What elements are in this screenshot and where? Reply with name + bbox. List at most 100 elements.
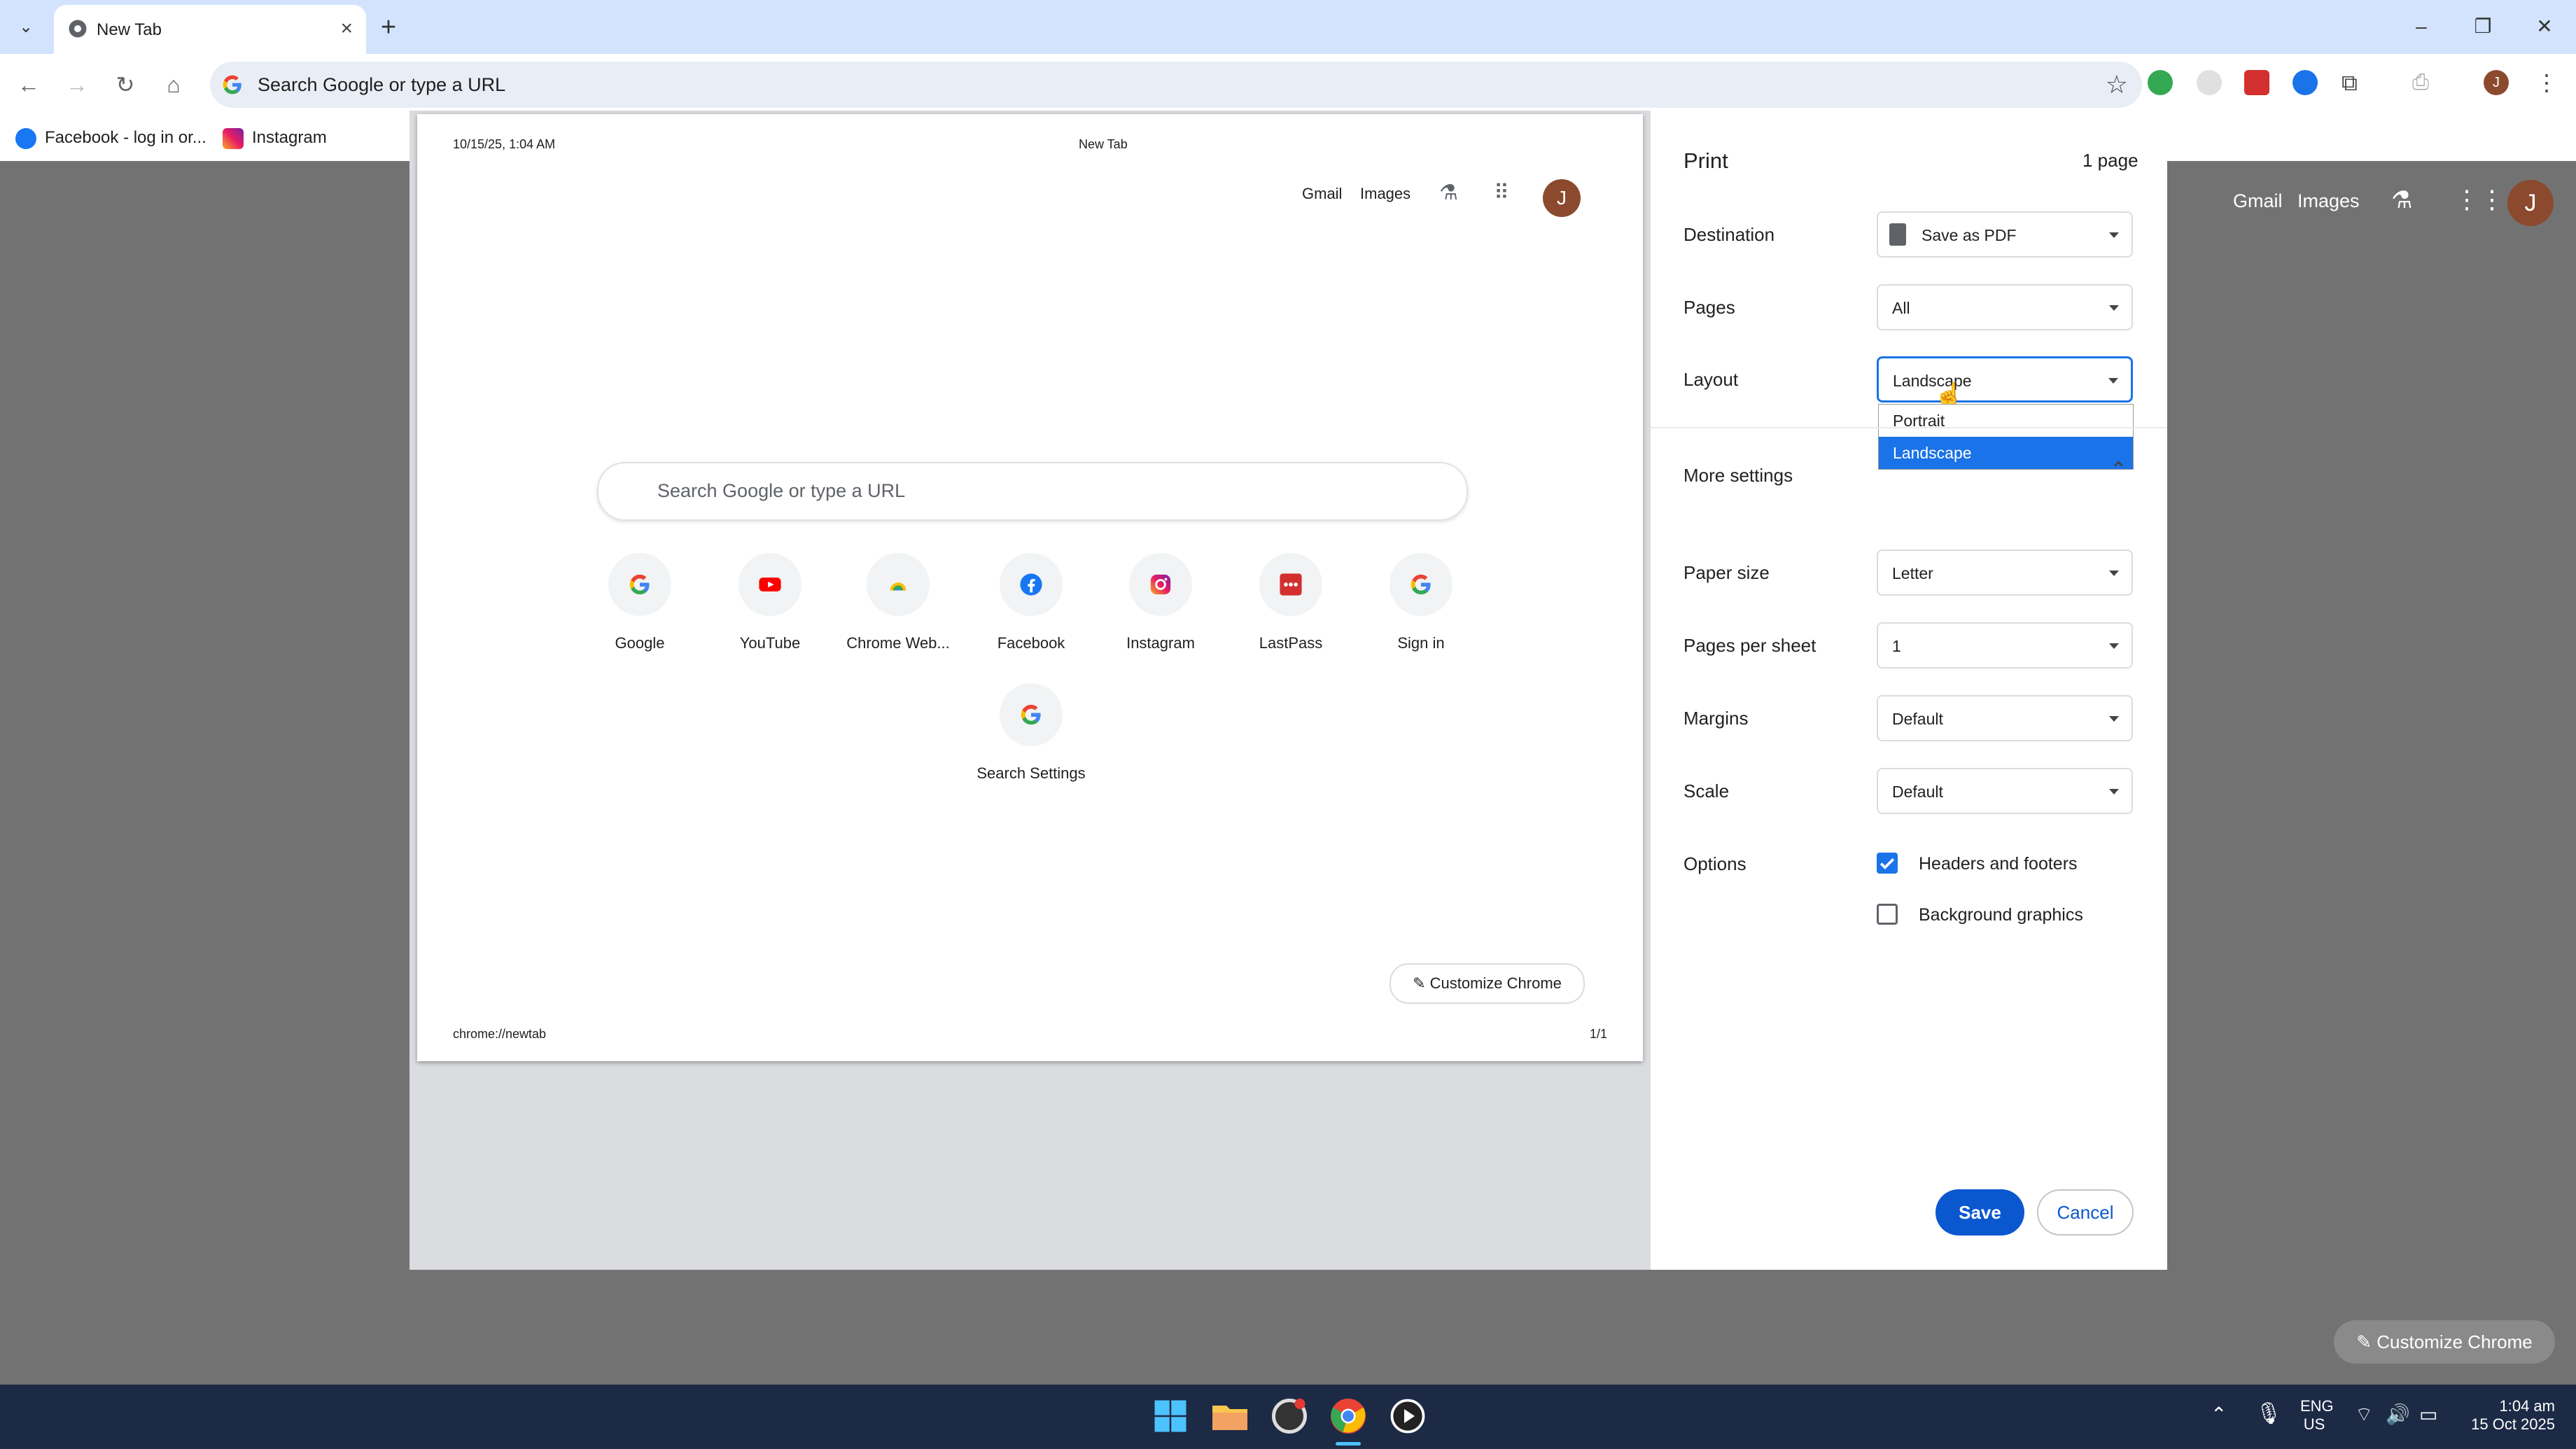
omnibox-text: Search Google or type a URL <box>258 74 506 95</box>
labs-icon: ⚗ <box>1439 181 1458 204</box>
margins-select[interactable]: Default <box>1877 695 2133 741</box>
chevron-down-icon <box>2109 789 2119 794</box>
background-graphics-label[interactable]: Background graphics <box>1919 905 2083 925</box>
close-window-icon[interactable]: ✕ <box>2520 7 2569 46</box>
pages-select[interactable]: All <box>1877 284 2133 330</box>
headers-footers-checkbox[interactable] <box>1877 853 1898 874</box>
divider <box>1651 427 2167 428</box>
restore-icon[interactable]: ❐ <box>2458 7 2507 46</box>
apps-grid-icon: ⠿ <box>1494 181 1509 204</box>
windows-start-icon[interactable] <box>1149 1395 1191 1437</box>
new-tab-button[interactable]: + <box>371 10 406 45</box>
chrome-taskbar-icon[interactable] <box>1327 1395 1369 1437</box>
tab-title: New Tab <box>97 20 162 39</box>
preview-gmail: Gmail <box>1302 185 1343 202</box>
preview-footer-url: chrome://newtab <box>453 1027 547 1041</box>
zoom-extension-icon[interactable] <box>2292 70 2318 95</box>
pencil-icon: ✎ <box>1413 974 1430 992</box>
app-icon-red[interactable] <box>1268 1395 1310 1437</box>
destination-select[interactable]: Save as PDF <box>1877 211 2133 258</box>
preview-avatar: J <box>1543 179 1581 217</box>
clock-time: 1:04 am <box>2499 1397 2556 1415</box>
chevron-up-icon[interactable]: ⌃ <box>2110 458 2127 482</box>
paper-size-value: Letter <box>1892 564 1933 582</box>
headers-footers-label[interactable]: Headers and footers <box>1919 854 2078 874</box>
preview-images: Images <box>1360 185 1411 202</box>
background-graphics-checkbox[interactable] <box>1877 904 1898 925</box>
pages-per-sheet-select[interactable]: 1 <box>1877 622 2133 668</box>
bookmark-facebook[interactable]: Facebook - log in or... <box>15 123 206 153</box>
pages-label: Pages <box>1684 297 1735 318</box>
tab-search-icon[interactable]: ⌄ <box>8 10 43 45</box>
paper-size-label: Paper size <box>1684 562 1770 583</box>
microphone-icon[interactable]: 🎙 <box>2255 1401 2282 1426</box>
shortcut-label: Chrome Web... <box>846 634 950 652</box>
shortcut-label: Instagram <box>1126 634 1195 652</box>
back-icon[interactable]: ← <box>11 67 46 102</box>
preview-search-box: Search Google or type a URL <box>597 462 1468 521</box>
minimize-icon[interactable]: – <box>2397 7 2446 46</box>
menu-icon[interactable]: ⋮ <box>2534 70 2559 95</box>
home-icon[interactable]: ⌂ <box>156 67 191 102</box>
tab-new-tab[interactable]: New Tab × <box>54 5 366 54</box>
shortcut-facebook: Facebook <box>968 553 1094 652</box>
shortcut-label: Sign in <box>1397 634 1445 652</box>
layout-option-portrait[interactable]: Portrait <box>1879 405 2133 437</box>
battery-icon[interactable]: ▭ <box>2419 1403 2437 1426</box>
chrome-icon <box>69 20 87 38</box>
shortcut-chrome-web-store: Chrome Web... <box>835 553 961 652</box>
shortcut-label: Facebook <box>997 634 1065 652</box>
layout-label: Layout <box>1684 369 1739 390</box>
extension-compass-icon[interactable] <box>2197 70 2222 95</box>
layout-select[interactable]: Landscape <box>1877 356 2133 402</box>
clock[interactable]: 1:04 am 15 Oct 2025 <box>2457 1397 2555 1434</box>
layout-option-landscape[interactable]: Landscape <box>1879 437 2133 469</box>
layout-dropdown-list[interactable]: Portrait Landscape <box>1878 404 2134 470</box>
wifi-icon[interactable]: ⌔ <box>2355 1403 2373 1427</box>
forward-icon[interactable]: → <box>59 67 94 102</box>
paper-size-select[interactable]: Letter <box>1877 550 2133 596</box>
google-icon <box>608 553 671 616</box>
cancel-button[interactable]: Cancel <box>2037 1189 2134 1236</box>
bookmark-label: Instagram <box>252 128 327 147</box>
bookmark-instagram[interactable]: Instagram <box>223 123 327 153</box>
bg-labs-icon: ⚗ <box>2391 187 2413 214</box>
chrome-web-store-icon <box>867 553 930 616</box>
shortcut-lastpass: LastPass <box>1228 553 1354 652</box>
bg-customize-label: Customize Chrome <box>2376 1331 2533 1352</box>
language-indicator[interactable]: ENG US <box>2300 1397 2334 1434</box>
scale-label: Scale <box>1684 780 1730 802</box>
save-button[interactable]: Save <box>1935 1189 2024 1236</box>
tray-chevron-up-icon[interactable]: ⌃ <box>2211 1403 2227 1426</box>
shortcut-google: Google <box>577 553 703 652</box>
bookmark-star-icon[interactable]: ☆ <box>2106 70 2128 99</box>
lastpass-extension-icon[interactable] <box>2244 70 2269 95</box>
pages-value: All <box>1892 299 1910 317</box>
scale-select[interactable]: Default <box>1877 768 2133 814</box>
checkmark-icon <box>1879 858 1895 869</box>
destination-label: Destination <box>1684 224 1775 245</box>
clock-date: 15 Oct 2025 <box>2471 1415 2555 1433</box>
reload-icon[interactable]: ↻ <box>108 67 143 102</box>
extensions-puzzle-icon[interactable]: ⧉ <box>2342 70 2367 95</box>
chevron-down-icon <box>2109 232 2119 238</box>
shortcut-youtube: YouTube <box>707 553 833 652</box>
shortcut-instagram: Instagram <box>1098 553 1224 652</box>
profile-avatar[interactable]: J <box>2484 70 2509 95</box>
print-icon[interactable]: ⎙ <box>2412 70 2437 95</box>
pencil-icon: ✎ <box>2356 1331 2377 1352</box>
tab-close-icon[interactable]: × <box>340 15 353 42</box>
media-player-icon[interactable] <box>1387 1395 1429 1437</box>
volume-icon[interactable]: 🔊 <box>2386 1403 2410 1426</box>
pages-per-sheet-value: 1 <box>1892 637 1901 655</box>
shortcut-sign-in: Sign in <box>1358 553 1484 652</box>
extension-green-icon[interactable] <box>2148 70 2173 95</box>
shortcut-label: Search Settings <box>976 764 1086 782</box>
more-settings-toggle[interactable]: More settings <box>1684 465 1793 486</box>
page-count: 1 page <box>2082 150 2138 171</box>
preview-search-placeholder: Search Google or type a URL <box>657 480 906 501</box>
chevron-down-icon <box>2109 643 2119 649</box>
file-explorer-icon[interactable] <box>1209 1395 1251 1437</box>
omnibox[interactable]: Search Google or type a URL ☆ <box>210 62 2142 108</box>
facebook-icon <box>15 127 36 149</box>
